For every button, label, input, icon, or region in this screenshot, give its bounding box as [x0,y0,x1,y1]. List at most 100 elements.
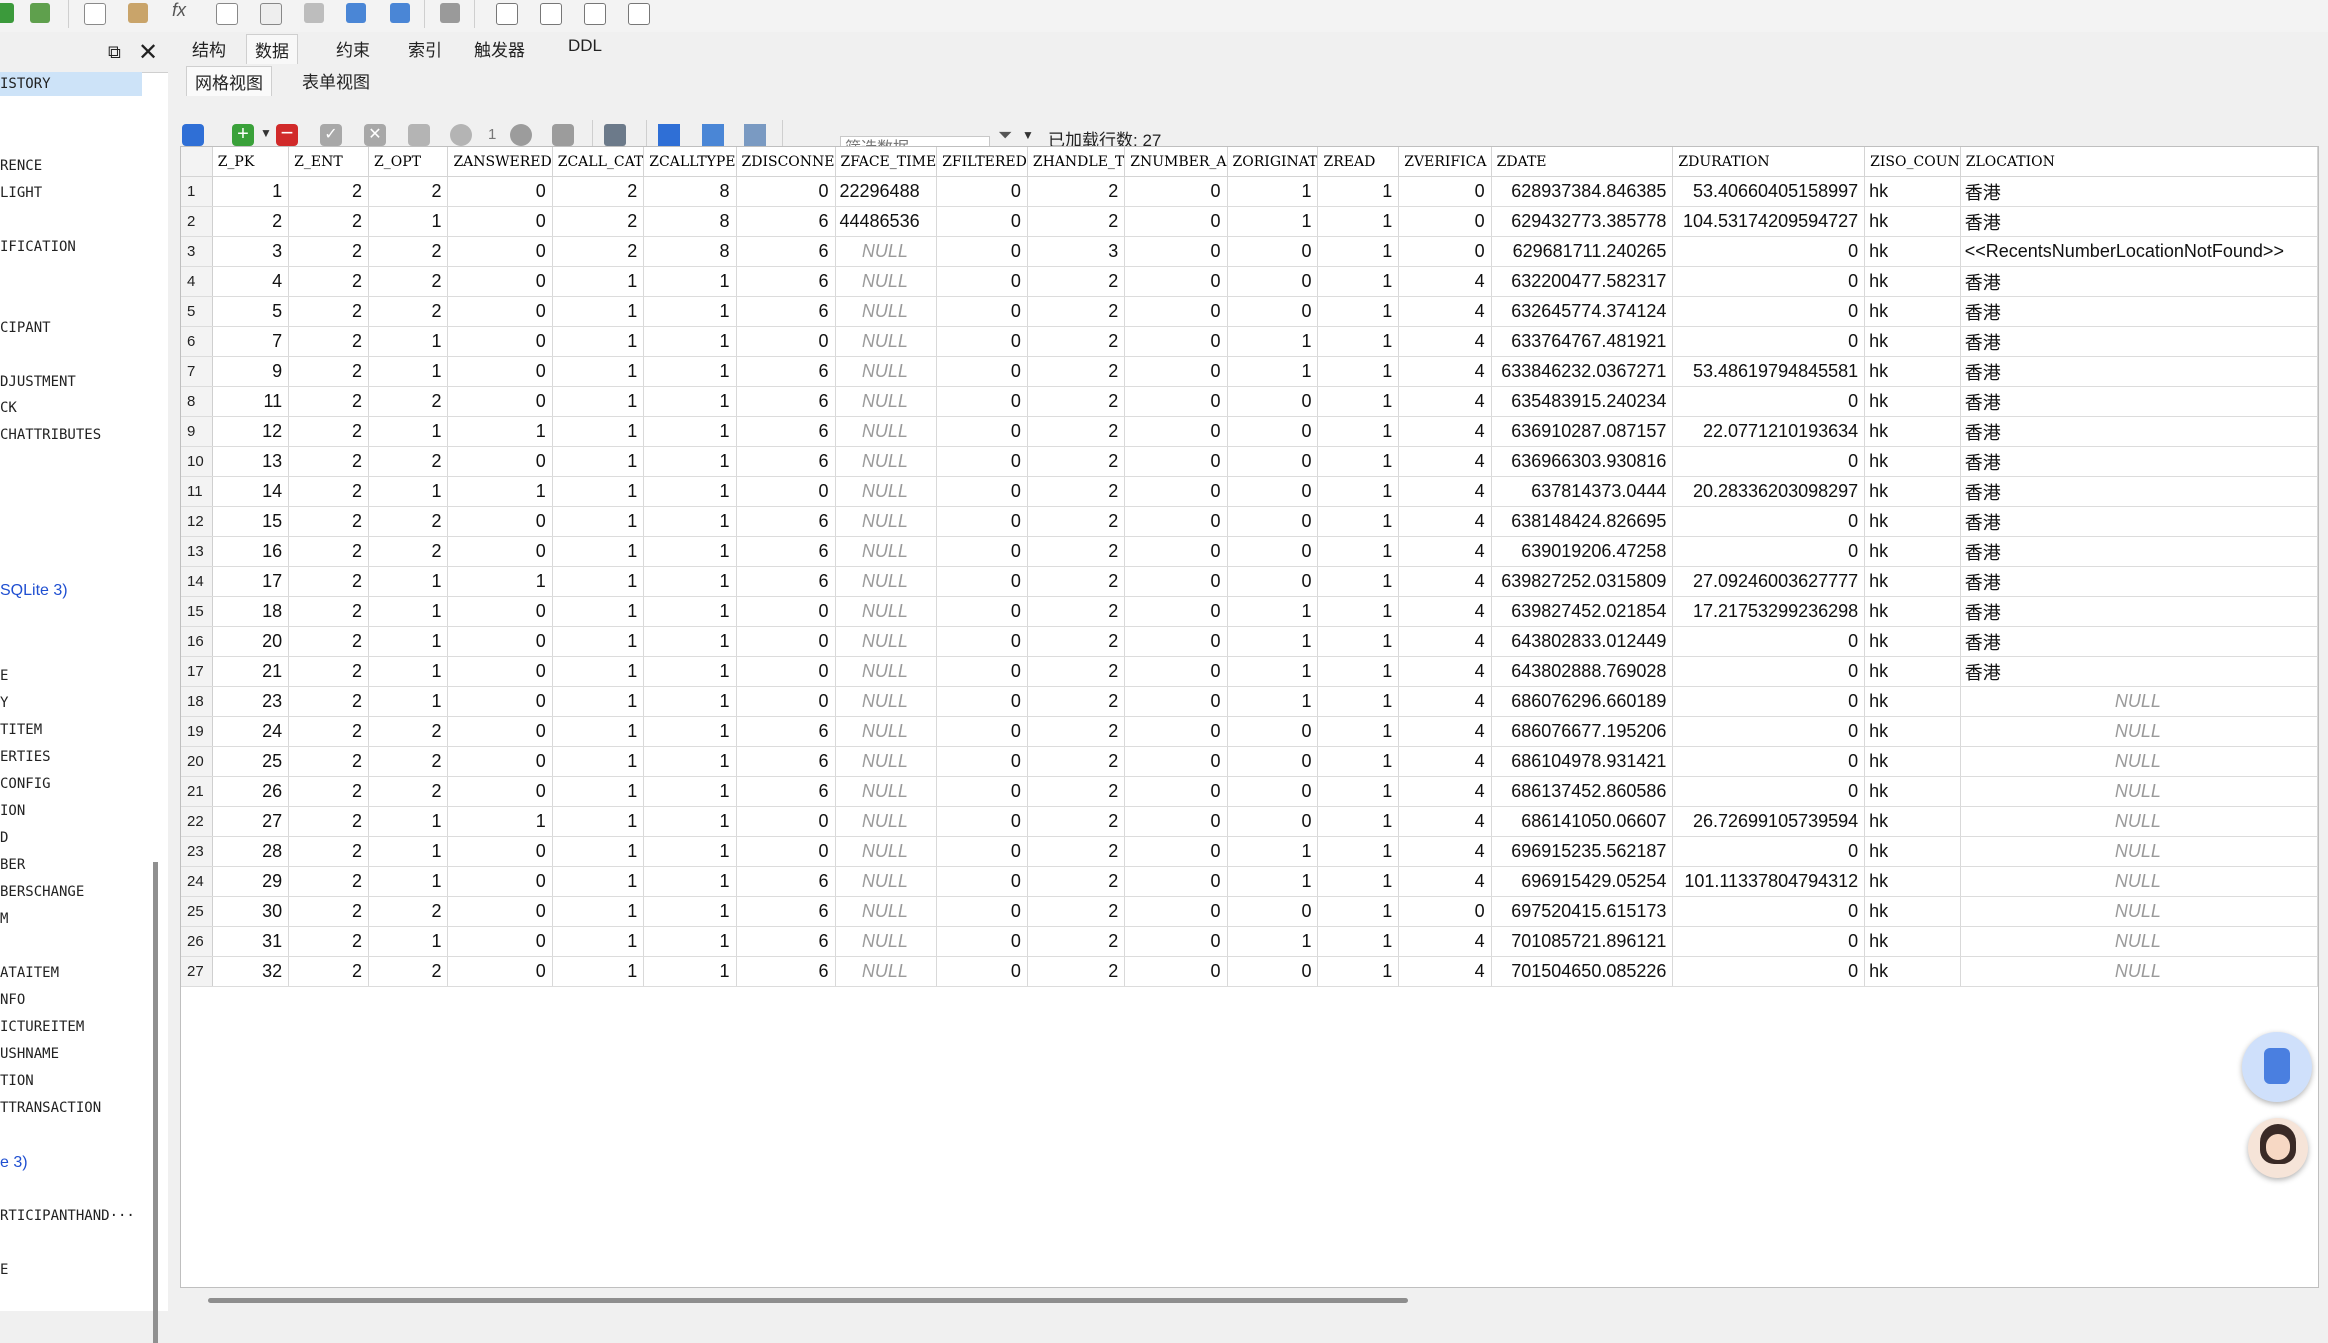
sync-icon[interactable] [390,3,410,23]
table-cell[interactable]: 0 [936,296,1028,327]
table-cell[interactable]: 0 [736,836,836,867]
table-cell[interactable]: 香港 [1960,326,2318,357]
row-number[interactable]: 24 [181,866,213,897]
table-cell[interactable]: 1 [1317,776,1400,807]
table-cell[interactable]: hk [1864,266,1961,297]
table-cell[interactable]: 2 [288,656,370,687]
table-cell[interactable]: 香港 [1960,386,2318,417]
row-number[interactable]: 9 [181,416,213,447]
table-cell[interactable]: 643802833.012449 [1491,626,1674,657]
table-cell[interactable]: 6 [736,386,836,417]
row-number[interactable]: 7 [181,356,213,387]
table-cell[interactable]: 香港 [1960,596,2318,627]
table-cell[interactable]: 0 [1124,236,1228,267]
table-cell[interactable]: 1 [1317,836,1400,867]
table-cell[interactable]: 0 [1398,206,1492,237]
transfer-icon[interactable] [346,3,366,23]
column-header[interactable]: ZREAD [1317,147,1400,177]
column-header[interactable]: Z_ENT [288,147,370,177]
table-cell[interactable]: 4 [1398,386,1492,417]
column-header[interactable]: ZFILTERED [936,147,1028,177]
row-number[interactable]: 22 [181,806,213,837]
table-cell[interactable]: 701085721.896121 [1491,926,1674,957]
column-header[interactable]: ZDURATION [1672,147,1866,177]
table-cell[interactable]: 0 [936,536,1028,567]
table-cell[interactable]: 1 [552,926,645,957]
table-cell[interactable]: NULL [835,596,938,627]
table-cell[interactable]: 1 [643,326,737,357]
table-cell[interactable]: 0 [1672,446,1866,477]
table-cell[interactable]: 1 [1317,296,1400,327]
table-cell[interactable]: 1 [1317,386,1400,417]
table-cell[interactable]: 1 [643,716,737,747]
table-cell[interactable]: NULL [1960,956,2318,987]
table-cell[interactable]: 2 [288,836,370,867]
table-row[interactable]: 23 28 2 1 0 1 1 0 NULL 0 2 0 1 1 4 696915235.562187 0 hk N… [181,836,2318,867]
table-cell[interactable]: 0 [1227,716,1319,747]
table-cell[interactable]: 2 [1027,596,1126,627]
table-cell[interactable]: 1 [368,926,449,957]
row-number[interactable]: 2 [181,206,213,237]
table-cell[interactable]: NULL [835,356,938,387]
table-cell[interactable]: 7 [212,326,290,357]
table-cell[interactable]: hk [1864,776,1961,807]
table-cell[interactable]: 2 [288,476,370,507]
table-cell[interactable]: 697520415.615173 [1491,896,1674,927]
table-cell[interactable]: 1 [1227,686,1319,717]
table-cell[interactable]: 1 [552,776,645,807]
table-cell[interactable]: 4 [1398,866,1492,897]
delete-row-icon[interactable]: − [276,122,298,146]
table-cell[interactable]: 4 [1398,956,1492,987]
table-cell[interactable]: 636966303.930816 [1491,446,1674,477]
table-cell[interactable]: 31 [212,926,290,957]
table-cell[interactable]: NULL [1960,806,2318,837]
row-number[interactable]: 15 [181,596,213,627]
report-icon[interactable] [216,3,238,25]
table-cell[interactable]: NULL [835,836,938,867]
last-page-icon[interactable] [552,124,574,146]
table-cell[interactable]: 2 [288,716,370,747]
table-cell[interactable]: 香港 [1960,356,2318,387]
table-cell[interactable]: 2 [552,176,645,207]
table-cell[interactable]: 1 [368,686,449,717]
table-cell[interactable]: 0 [447,836,553,867]
table-cell[interactable]: 0 [1227,266,1319,297]
table-cell[interactable]: 1 [552,656,645,687]
table-cell[interactable]: 0 [1124,206,1228,237]
table-cell[interactable]: NULL [1960,866,2318,897]
column-header[interactable]: ZVERIFICA [1398,147,1492,177]
table-cell[interactable]: 1 [552,626,645,657]
table-cell[interactable]: 4 [1398,596,1492,627]
table-cell[interactable]: 2 [288,206,370,237]
table-cell[interactable]: 0 [447,176,553,207]
table-cell[interactable]: 2 [368,296,449,327]
table-cell[interactable]: 2 [288,956,370,987]
table-cell[interactable]: 632200477.582317 [1491,266,1674,297]
table-cell[interactable]: NULL [1960,836,2318,867]
subtab-0[interactable]: 网格视图 [186,66,272,96]
tree-item[interactable]: ION [0,803,25,819]
table-cell[interactable]: 15 [212,506,290,537]
tree-item[interactable]: SQLite 3) [0,582,68,600]
table-cell[interactable]: 1 [1227,926,1319,957]
table-cell[interactable]: 104.53174209594727 [1672,206,1866,237]
table-cell[interactable]: 8 [643,176,737,207]
column-header[interactable]: Z_OPT [368,147,449,177]
table-cell[interactable]: 2 [288,626,370,657]
column-header[interactable]: ZHANDLE_T [1027,147,1126,177]
table-cell[interactable]: 632645774.374124 [1491,296,1674,327]
table-cell[interactable]: 香港 [1960,536,2318,567]
table-cell[interactable]: hk [1864,326,1961,357]
table-cell[interactable]: NULL [835,746,938,777]
table-cell[interactable]: 1 [1317,596,1400,627]
table-cell[interactable]: NULL [835,806,938,837]
tree-item[interactable]: BERSCHANGE [0,884,84,900]
table-cell[interactable]: 1 [552,416,645,447]
row-number[interactable]: 8 [181,386,213,417]
tree-item[interactable]: RENCE [0,158,42,174]
table-cell[interactable]: 0 [1124,806,1228,837]
table-cell[interactable]: NULL [835,446,938,477]
table-cell[interactable]: 2 [288,296,370,327]
table-cell[interactable]: 17 [212,566,290,597]
table-cell[interactable]: NULL [835,716,938,747]
